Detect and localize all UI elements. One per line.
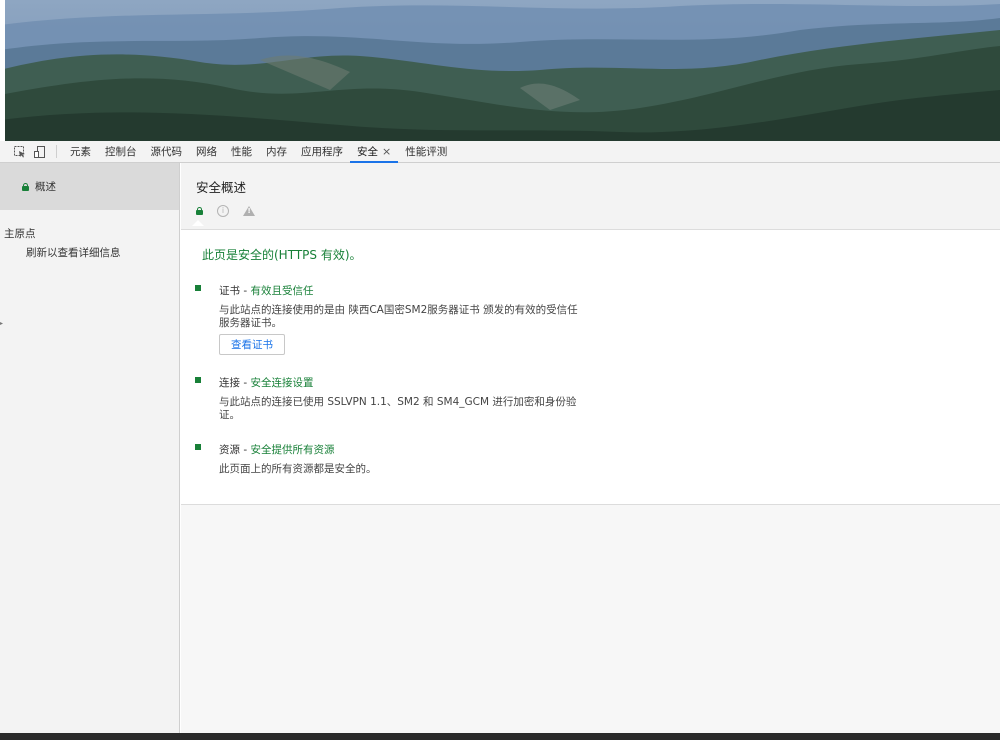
devtools-tab-bar: 元素 控制台 源代码 网络 性能 内存 应用程序 安全 × 性能评测 [0, 141, 1000, 163]
security-state-icons: i [192, 204, 1000, 226]
close-icon[interactable]: × [382, 145, 391, 158]
security-sidebar: 概述 主原点 刷新以查看详细信息 [0, 163, 180, 733]
tab-label: 内存 [266, 146, 287, 158]
tab-label: 源代码 [150, 146, 183, 158]
section-heading: 证书 - 有效且受信任 [219, 283, 1000, 298]
security-overview-panel: 安全概述 i 此页是安全的(HTTPS 有效)。 证书 - 有效且受信任 与此站… [181, 163, 1000, 733]
section-description: 此页面上的所有资源都是安全的。 [219, 463, 377, 475]
resources-section: 资源 - 安全提供所有资源 此页面上的所有资源都是安全的。 [181, 442, 1000, 476]
tab-elements[interactable]: 元素 [63, 141, 98, 162]
view-certificate-button[interactable]: 查看证书 [219, 334, 285, 355]
tab-label: 控制台 [105, 146, 137, 158]
resize-handle-icon[interactable]: ▸ [0, 320, 3, 327]
tab-application[interactable]: 应用程序 [294, 141, 350, 162]
status-bullet [195, 377, 201, 383]
tab-performance[interactable]: 性能 [224, 141, 259, 162]
landscape-photo [0, 0, 1000, 141]
connection-section: 连接 - 安全连接设置 与此站点的连接已使用 SSLVPN 1.1、SM2 和 … [181, 375, 1000, 422]
lock-icon [22, 182, 29, 191]
tab-network[interactable]: 网络 [189, 141, 224, 162]
tab-label: 性能 [231, 146, 252, 158]
sidebar-group-main-origin: 主原点 [4, 228, 36, 240]
inspect-element-icon[interactable] [10, 141, 30, 162]
warning-icon [243, 206, 255, 216]
section-status: 安全连接设置 [250, 377, 314, 389]
lock-icon [196, 207, 203, 215]
tab-label: 安全 [357, 146, 378, 158]
status-bullet [195, 285, 201, 291]
section-label: 连接 - [219, 377, 251, 389]
tab-lighthouse[interactable]: 性能评测 [398, 141, 454, 162]
tab-label: 网络 [196, 146, 217, 158]
section-heading: 连接 - 安全连接设置 [219, 375, 1000, 390]
tab-label: 元素 [70, 146, 91, 158]
info-icon: i [217, 205, 229, 217]
security-summary-card: 此页是安全的(HTTPS 有效)。 证书 - 有效且受信任 与此站点的连接使用的… [181, 230, 1000, 505]
section-label: 资源 - [219, 444, 251, 456]
section-description: 与此站点的连接已使用 SSLVPN 1.1、SM2 和 SM4_GCM 进行加密… [219, 396, 577, 421]
section-status: 有效且受信任 [250, 285, 314, 297]
certificate-section: 证书 - 有效且受信任 与此站点的连接使用的是由 陕西CA国密SM2服务器证书 … [181, 283, 1000, 355]
tab-sources[interactable]: 源代码 [144, 141, 190, 162]
panel-header: 安全概述 i [181, 163, 1000, 230]
security-summary-text: 此页是安全的(HTTPS 有效)。 [202, 248, 362, 262]
sidebar-item-reload-hint: 刷新以查看详细信息 [26, 247, 121, 259]
tab-console[interactable]: 控制台 [98, 141, 144, 162]
tab-security[interactable]: 安全 × [350, 141, 399, 163]
toolbar-divider [56, 145, 57, 158]
section-status: 安全提供所有资源 [250, 444, 335, 456]
section-description: 与此站点的连接使用的是由 陕西CA国密SM2服务器证书 颁发的有效的受信任服务器… [219, 304, 578, 329]
tab-label: 性能评测 [405, 146, 448, 158]
tab-memory[interactable]: 内存 [259, 141, 294, 162]
sidebar-item-label: 概述 [35, 181, 56, 193]
selection-pointer [192, 220, 204, 226]
taskbar [0, 733, 1000, 740]
sidebar-item-overview[interactable]: 概述 [0, 163, 179, 210]
status-bullet [195, 444, 201, 450]
device-toolbar-icon[interactable] [30, 141, 50, 162]
section-label: 证书 - [219, 285, 251, 297]
tab-label: 应用程序 [301, 146, 343, 158]
section-heading: 资源 - 安全提供所有资源 [219, 442, 1000, 457]
page-title: 安全概述 [196, 180, 247, 195]
